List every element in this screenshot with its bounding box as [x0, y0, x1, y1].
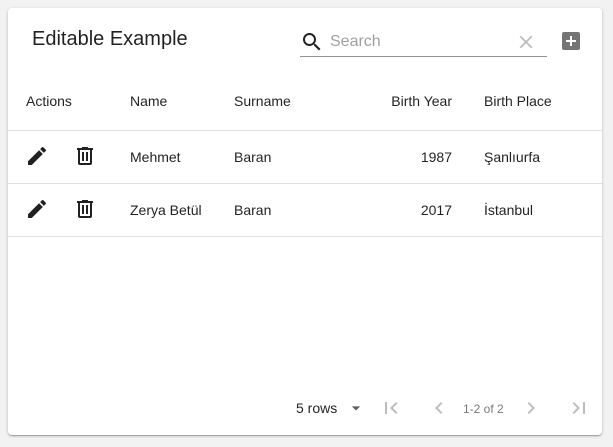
search-input[interactable] — [328, 29, 522, 55]
search-field[interactable] — [300, 28, 547, 57]
cell-birth-place: Şanlıurfa — [484, 149, 541, 165]
next-page-icon[interactable] — [519, 396, 543, 420]
rows-per-page-label: 5 rows — [296, 400, 338, 416]
page-range-label: 1-2 of 2 — [463, 402, 504, 416]
table-row: Mehmet Baran 1987 Şanlıurfa — [8, 131, 602, 184]
column-header-surname[interactable]: Surname — [234, 93, 291, 109]
table-title: Editable Example — [32, 28, 188, 50]
edit-icon[interactable] — [25, 197, 49, 221]
column-header-birth-year[interactable]: Birth Year — [391, 93, 452, 109]
cell-surname: Baran — [234, 149, 272, 165]
table-row: Zerya Betül Baran 2017 İstanbul — [8, 184, 602, 237]
delete-icon[interactable] — [73, 144, 97, 168]
column-header-actions: Actions — [26, 93, 72, 109]
previous-page-icon[interactable] — [427, 396, 451, 420]
add-box-icon[interactable] — [559, 29, 583, 53]
cell-birth-year: 2017 — [420, 202, 452, 218]
column-header-name[interactable]: Name — [130, 93, 167, 109]
edit-icon[interactable] — [25, 144, 49, 168]
dropdown-arrow-icon — [351, 406, 361, 411]
clear-search-icon[interactable] — [515, 31, 537, 53]
table-header: Actions Name Surname Birth Year Birth Pl… — [8, 74, 602, 131]
cell-birth-year: 1987 — [420, 149, 452, 165]
cell-name: Zerya Betül — [130, 202, 202, 218]
table-card: Editable Example Actions Name Surname Bi… — [8, 8, 602, 435]
cell-name: Mehmet — [130, 149, 181, 165]
first-page-icon[interactable] — [379, 396, 403, 420]
delete-icon[interactable] — [73, 197, 97, 221]
cell-birth-place: İstanbul — [484, 202, 534, 218]
search-icon — [303, 33, 321, 51]
last-page-icon[interactable] — [567, 396, 591, 420]
column-header-birth-place[interactable]: Birth Place — [484, 93, 552, 109]
cell-surname: Baran — [234, 202, 272, 218]
pagination-bar: 5 rows 1-2 of 2 — [8, 391, 602, 427]
